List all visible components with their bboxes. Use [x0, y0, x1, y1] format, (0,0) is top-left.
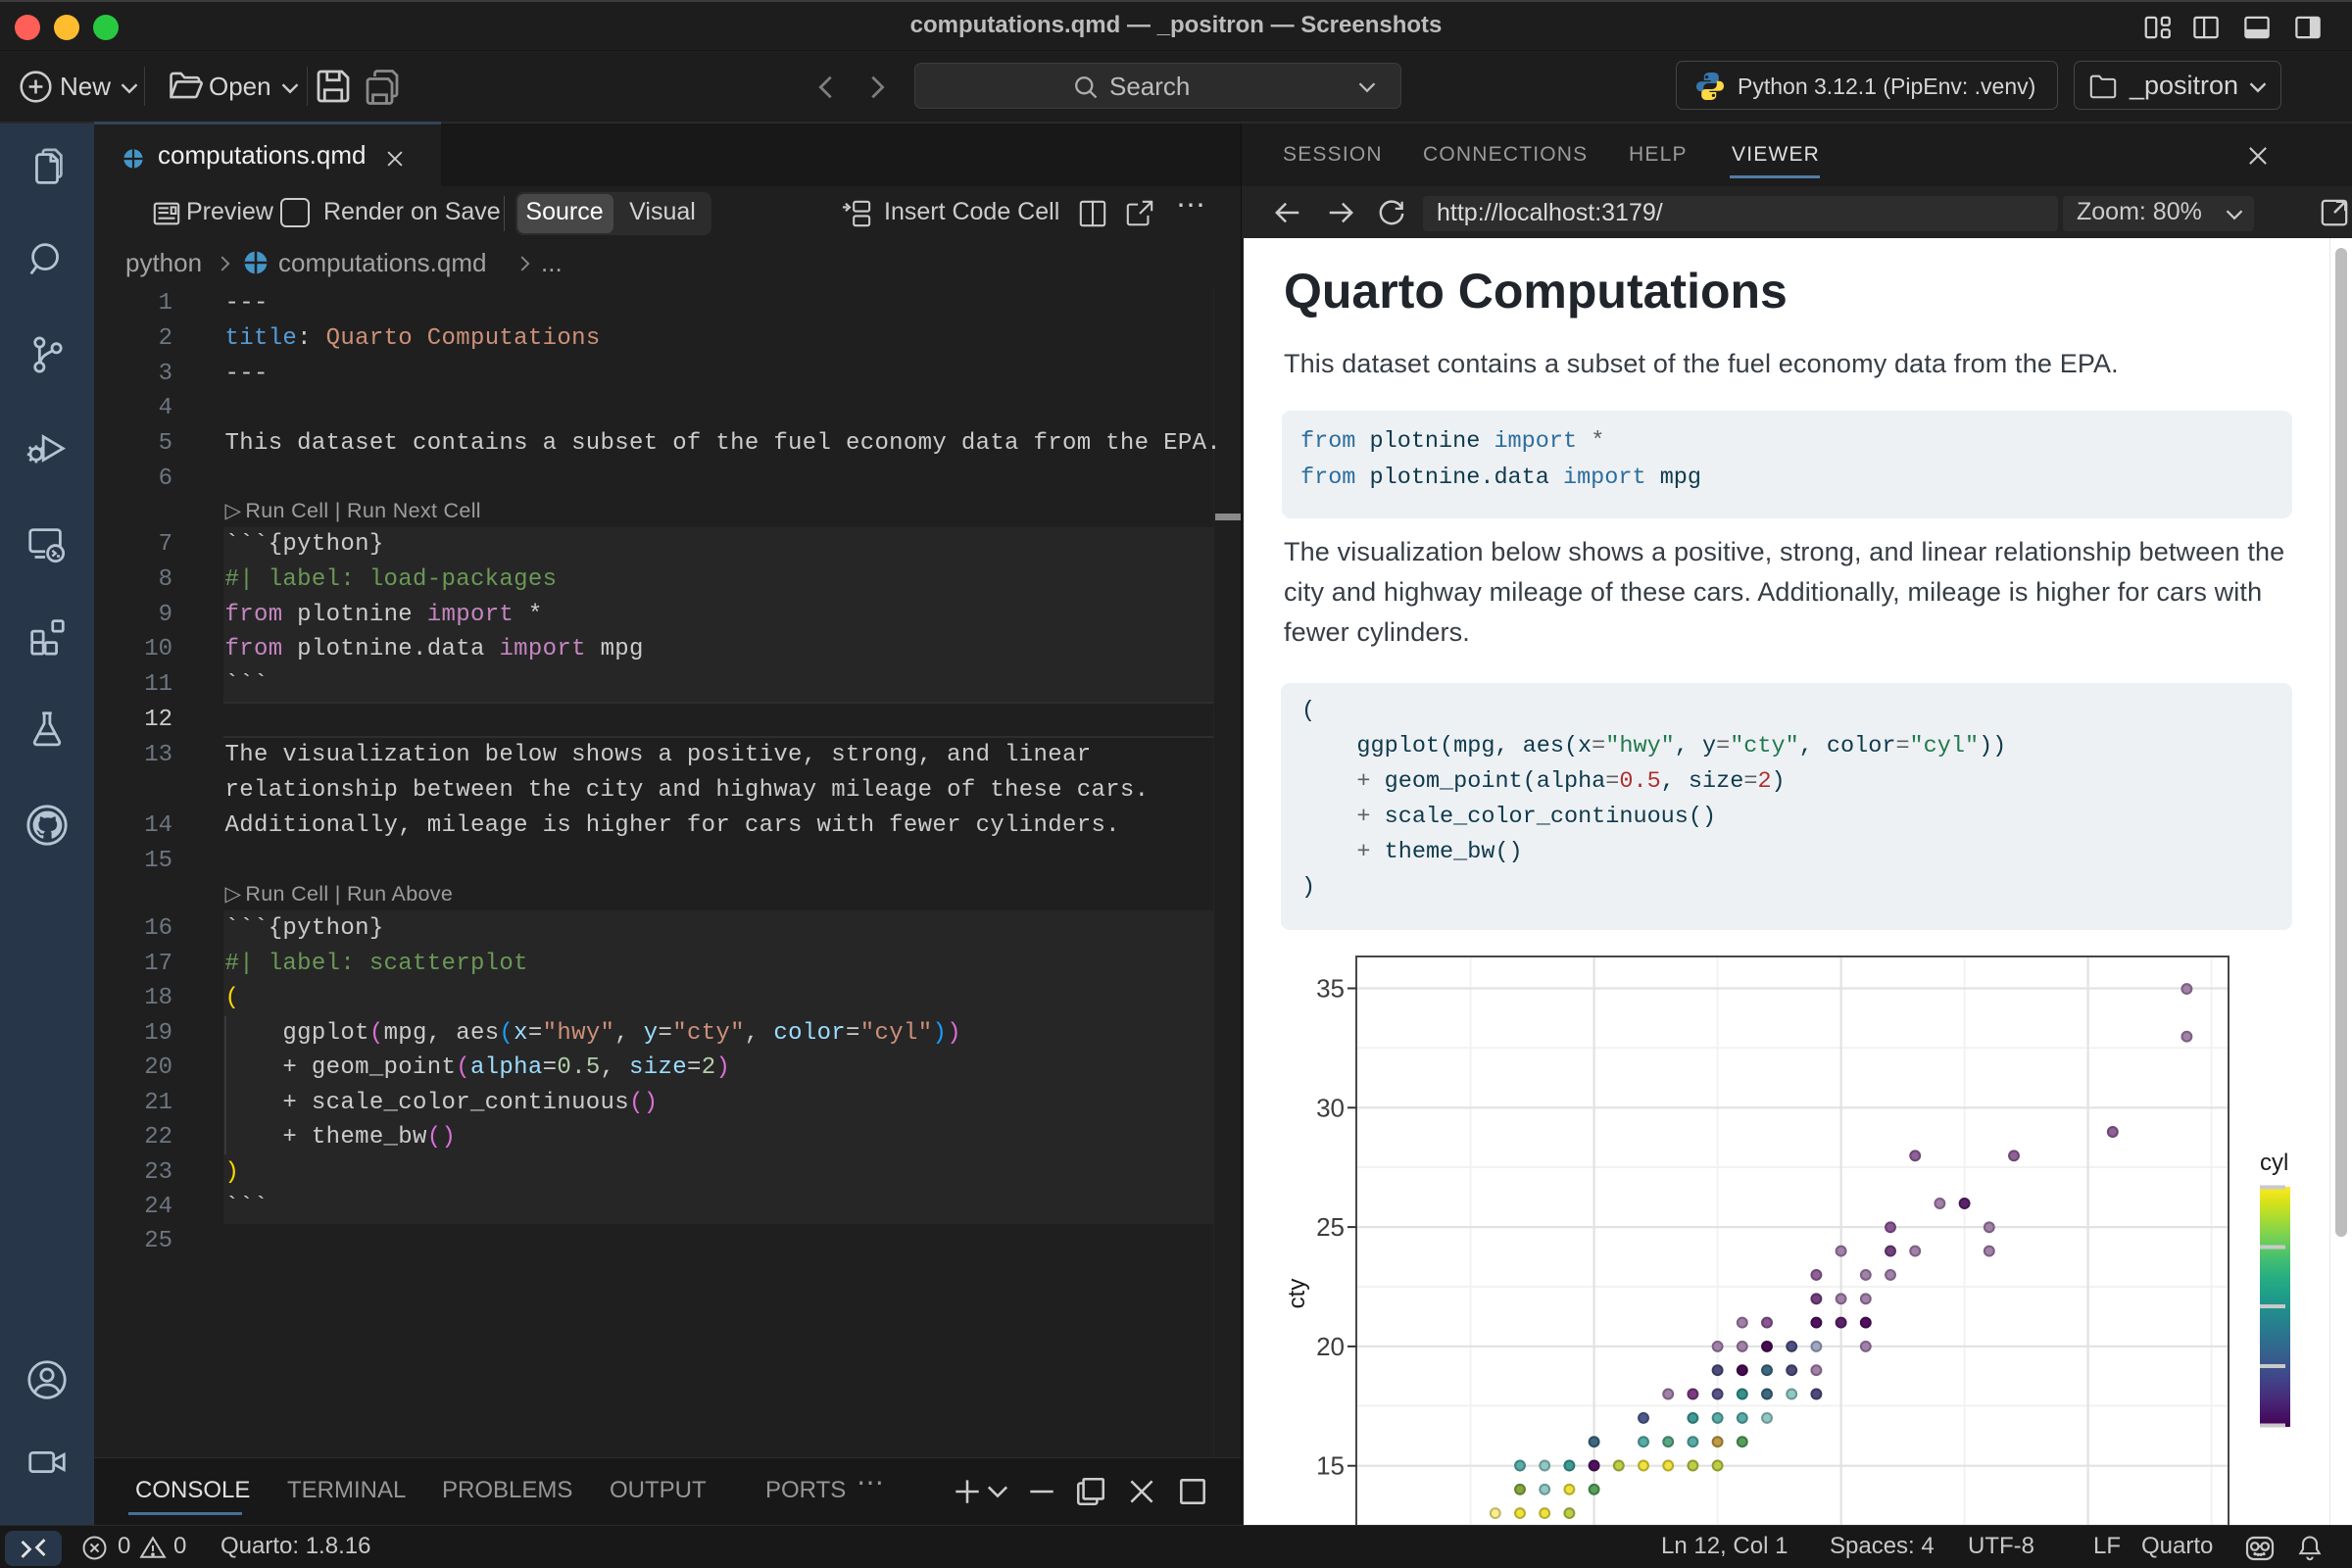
- svg-text:cyl: cyl: [2260, 1150, 2288, 1176]
- svg-text:25: 25: [1316, 1212, 1345, 1242]
- svg-text:cty: cty: [1284, 1279, 1310, 1309]
- svg-text:15: 15: [1316, 1451, 1345, 1481]
- svg-text:35: 35: [1316, 974, 1345, 1004]
- svg-text:20: 20: [1316, 1332, 1345, 1361]
- svg-text:30: 30: [1316, 1093, 1345, 1122]
